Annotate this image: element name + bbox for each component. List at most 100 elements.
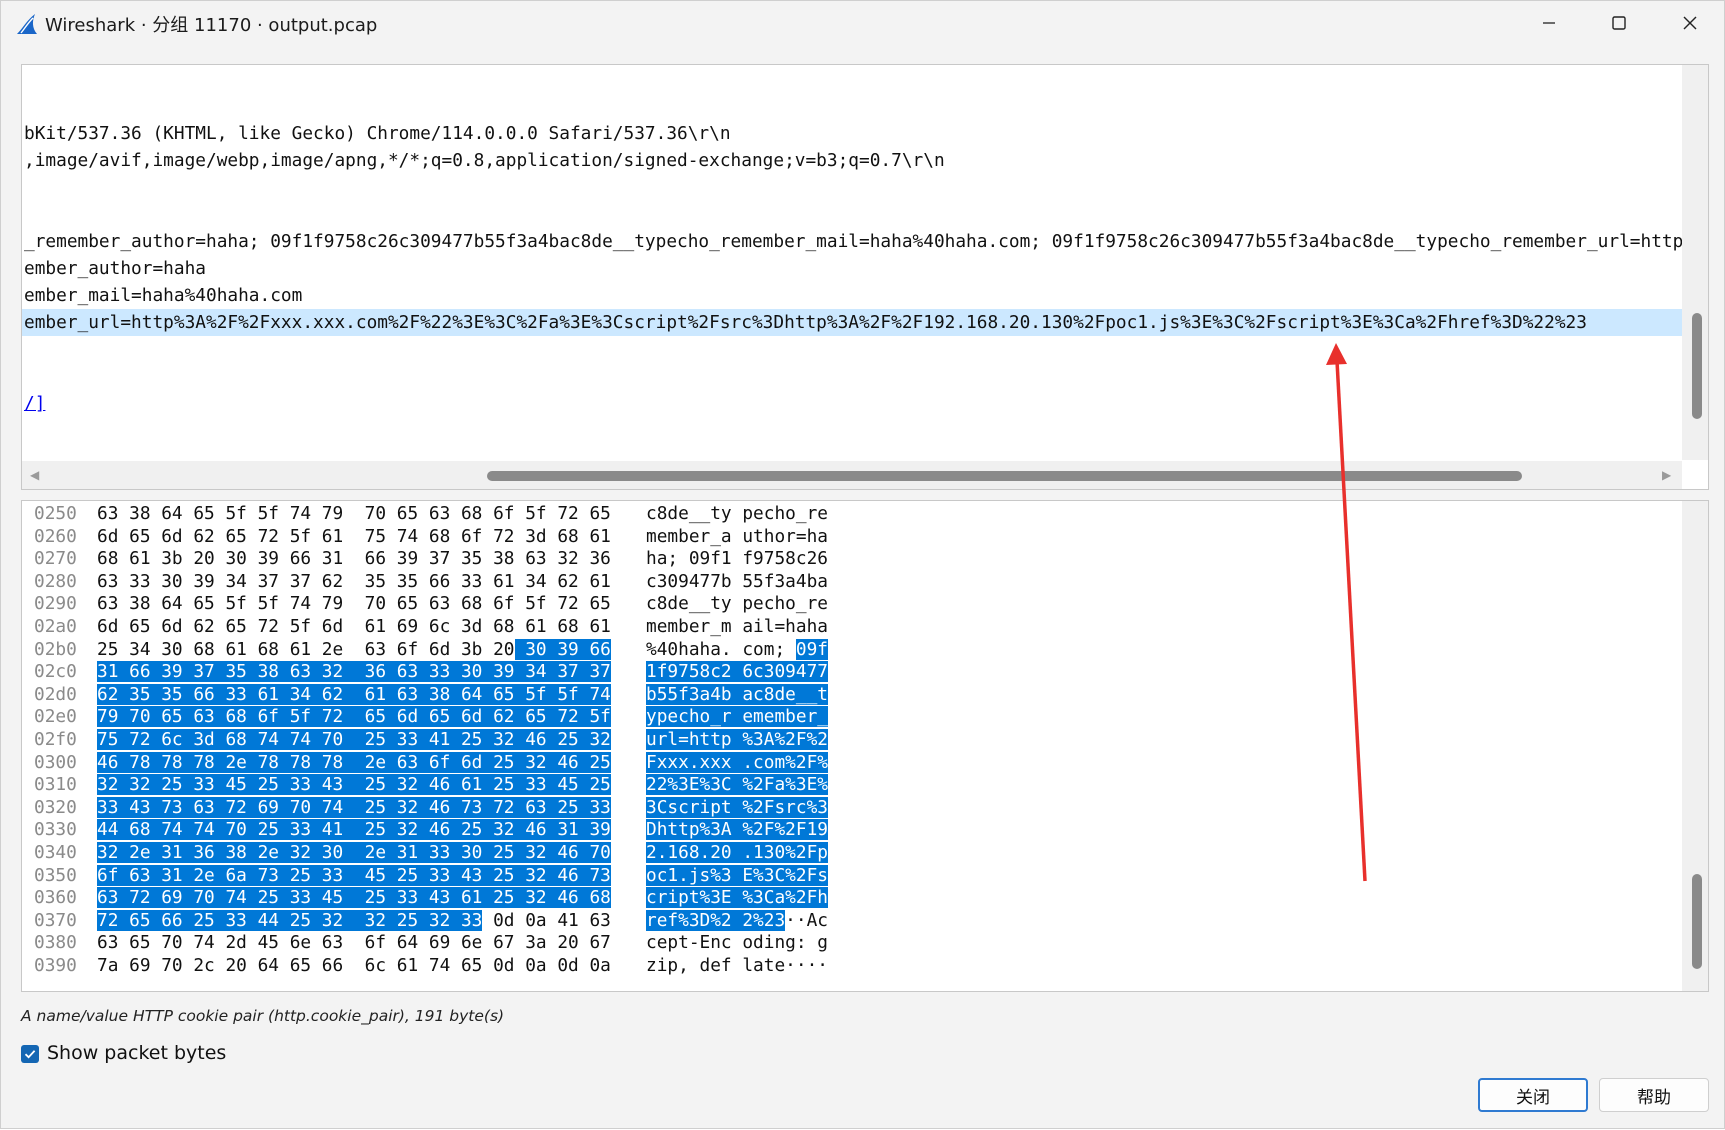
ascii-bytes[interactable]: 3Cscript %2Fsrc%3	[646, 796, 828, 820]
ascii-bytes[interactable]: zip, def late····	[646, 955, 828, 978]
ascii-bytes[interactable]: c8de__ty pecho_re	[646, 593, 828, 616]
detail-line[interactable]	[22, 336, 1682, 363]
ascii-bytes[interactable]: c309477b 55f3a4ba	[646, 571, 828, 594]
hex-row[interactable]: 0360 63 72 69 70 74 25 33 45 25 33 43 61 …	[22, 887, 1682, 910]
hex-bytes[interactable]: 25 34 30 68 61 68 61 2e 63 6f 6d 3b 20 3…	[97, 638, 611, 662]
detail-line[interactable]: ember_author=haha	[22, 255, 1682, 282]
help-button[interactable]: 帮助	[1599, 1078, 1709, 1112]
hex-bytes[interactable]: 6f 63 31 2e 6a 73 25 33 45 25 33 43 25 3…	[97, 864, 611, 888]
ascii-selection[interactable]: cript%3E %3Ca%2Fh	[646, 887, 828, 909]
hex-row[interactable]: 0380 63 65 70 74 2d 45 6e 63 6f 64 69 6e …	[22, 932, 1682, 955]
hex-row[interactable]: 0270 68 61 3b 20 30 39 66 31 66 39 37 35 …	[22, 548, 1682, 571]
ascii-bytes[interactable]: cept-Enc oding: g	[646, 932, 828, 955]
detail-line-selected[interactable]: ember_url=http%3A%2F%2Fxxx.xxx.com%2F%22…	[22, 309, 1682, 336]
ascii-selection[interactable]: Dhttp%3A %2F%2F19	[646, 819, 828, 841]
hex-selection[interactable]: 30 39 66	[514, 638, 611, 660]
detail-line[interactable]: ,image/avif,image/webp,image/apng,*/*;q=…	[22, 147, 1682, 174]
ascii-bytes[interactable]: member_m ail=haha	[646, 616, 828, 639]
ascii-bytes[interactable]: 2.168.20 .130%2Fp	[646, 842, 828, 865]
hex-bytes[interactable]: 79 70 65 63 68 6f 5f 72 65 6d 65 6d 62 6…	[97, 706, 611, 729]
packet-detail-pane[interactable]: bKit/537.36 (KHTML, like Gecko) Chrome/1…	[21, 64, 1709, 490]
hex-bytes[interactable]: 72 65 66 25 33 44 25 32 32 25 32 33 0d 0…	[97, 909, 611, 933]
hex-selection[interactable]: 79 70 65 63 68 6f 5f 72 65 6d 65 6d 62 6…	[97, 706, 611, 728]
hex-bytes[interactable]: 46 78 78 78 2e 78 78 78 2e 63 6f 6d 25 3…	[97, 751, 611, 775]
hex-bytes[interactable]: 63 33 30 39 34 37 37 62 35 35 66 33 61 3…	[97, 571, 611, 594]
ascii-selection[interactable]: ypecho_r emember_	[646, 706, 828, 728]
ascii-bytes[interactable]: %40haha. com; 09f	[646, 638, 828, 662]
ascii-bytes[interactable]: b55f3a4b ac8de__t	[646, 683, 828, 707]
hex-bytes[interactable]: 31 66 39 37 35 38 63 32 36 63 33 30 39 3…	[97, 661, 611, 684]
show-packet-bytes-checkbox[interactable]	[21, 1045, 39, 1063]
ascii-bytes[interactable]: c8de__ty pecho_re	[646, 503, 828, 526]
hex-bytes[interactable]: 7a 69 70 2c 20 64 65 66 6c 61 74 65 0d 0…	[97, 955, 611, 978]
ascii-selection[interactable]: ref%3D%2 2%23	[646, 909, 786, 931]
detail-line[interactable]: ember_mail=haha%40haha.com	[22, 282, 1682, 309]
ascii-bytes[interactable]: Dhttp%3A %2F%2F19	[646, 819, 828, 842]
ascii-bytes[interactable]: Fxxx.xxx .com%2F%	[646, 751, 828, 775]
detail-vertical-scrollbar[interactable]	[1682, 65, 1708, 460]
hex-row[interactable]: 0290 63 38 64 65 5f 5f 74 79 70 65 63 68 …	[22, 593, 1682, 616]
hex-row[interactable]: 0320 33 43 73 63 72 69 70 74 25 32 46 73 …	[22, 796, 1682, 820]
hex-row[interactable]: 0350 6f 63 31 2e 6a 73 25 33 45 25 33 43 …	[22, 864, 1682, 888]
hex-bytes[interactable]: 63 38 64 65 5f 5f 74 79 70 65 63 68 6f 5…	[97, 593, 611, 616]
hex-bytes[interactable]: 6d 65 6d 62 65 72 5f 61 75 74 68 6f 72 3…	[97, 526, 611, 549]
ascii-selection[interactable]: url=http %3A%2F%2	[646, 729, 828, 750]
hex-row[interactable]: 02e0 79 70 65 63 68 6f 5f 72 65 6d 65 6d …	[22, 706, 1682, 729]
hex-selection[interactable]: 72 65 66 25 33 44 25 32 32 25 32 33	[97, 909, 483, 931]
hex-row[interactable]: 02f0 75 72 6c 3d 68 74 74 70 25 33 41 25 …	[22, 729, 1682, 752]
ascii-bytes[interactable]: 1f9758c2 6c309477	[646, 661, 828, 684]
hex-selection[interactable]: 32 32 25 33 45 25 33 43 25 32 46 61 25 3…	[97, 774, 611, 796]
hex-selection[interactable]: 75 72 6c 3d 68 74 74 70 25 33 41 25 32 4…	[97, 729, 611, 750]
hex-selection[interactable]: 46 78 78 78 2e 78 78 78 2e 63 6f 6d 25 3…	[97, 751, 611, 773]
hex-bytes[interactable]: 63 72 69 70 74 25 33 45 25 33 43 61 25 3…	[97, 887, 611, 910]
ascii-selection[interactable]: 2.168.20 .130%2Fp	[646, 842, 828, 863]
packet-bytes-pane[interactable]: 0250 63 38 64 65 5f 5f 74 79 70 65 63 68 …	[21, 500, 1709, 992]
detail-line[interactable]	[22, 174, 1682, 201]
hex-selection[interactable]: 6f 63 31 2e 6a 73 25 33 45 25 33 43 25 3…	[97, 864, 611, 886]
ascii-selection[interactable]: 1f9758c2 6c309477	[646, 661, 828, 683]
show-packet-bytes-label[interactable]: Show packet bytes	[47, 1042, 226, 1064]
hex-selection[interactable]: 44 68 74 74 70 25 33 41 25 32 46 25 32 4…	[97, 819, 611, 841]
ascii-selection[interactable]: 22%3E%3C %2Fa%3E%	[646, 774, 828, 796]
hex-selection[interactable]: 63 72 69 70 74 25 33 45 25 33 43 61 25 3…	[97, 887, 611, 909]
hex-row[interactable]: 02b0 25 34 30 68 61 68 61 2e 63 6f 6d 3b …	[22, 638, 1682, 662]
close-button[interactable]: 关闭	[1478, 1078, 1588, 1112]
detail-line[interactable]	[22, 93, 1682, 120]
title-bar[interactable]: Wireshark · 分组 11170 · output.pcap	[1, 1, 1724, 45]
ascii-bytes[interactable]: 22%3E%3C %2Fa%3E%	[646, 774, 828, 797]
hex-bytes[interactable]: 75 72 6c 3d 68 74 74 70 25 33 41 25 32 4…	[97, 729, 611, 752]
bytes-vertical-thumb[interactable]	[1692, 874, 1702, 969]
hex-selection[interactable]: 31 66 39 37 35 38 63 32 36 63 33 30 39 3…	[97, 661, 611, 683]
maximize-button[interactable]	[1584, 1, 1654, 45]
hex-bytes[interactable]: 63 38 64 65 5f 5f 74 79 70 65 63 68 6f 5…	[97, 503, 611, 526]
hex-bytes[interactable]: 32 32 25 33 45 25 33 43 25 32 46 61 25 3…	[97, 774, 611, 797]
hex-selection[interactable]: 32 2e 31 36 38 2e 32 30 2e 31 33 30 25 3…	[97, 842, 611, 863]
detail-line[interactable]: /]	[22, 390, 1682, 417]
detail-horizontal-scrollbar[interactable]: ◀ ▶	[22, 461, 1682, 489]
hex-row[interactable]: 02d0 62 35 35 66 33 61 34 62 61 63 38 64 …	[22, 683, 1682, 707]
ascii-selection[interactable]: 09f	[795, 638, 828, 660]
ascii-selection[interactable]: Fxxx.xxx .com%2F%	[646, 751, 828, 773]
detail-line[interactable]: _remember_author=haha; 09f1f9758c26c3094…	[22, 228, 1682, 255]
hex-selection[interactable]: 33 43 73 63 72 69 70 74 25 32 46 73 72 6…	[97, 796, 611, 818]
hex-row[interactable]: 0250 63 38 64 65 5f 5f 74 79 70 65 63 68 …	[22, 503, 1682, 526]
ascii-bytes[interactable]: ha; 09f1 f9758c26	[646, 548, 828, 571]
hex-row[interactable]: 02c0 31 66 39 37 35 38 63 32 36 63 33 30 …	[22, 661, 1682, 684]
ascii-bytes[interactable]: cript%3E %3Ca%2Fh	[646, 887, 828, 910]
hex-bytes[interactable]: 33 43 73 63 72 69 70 74 25 32 46 73 72 6…	[97, 796, 611, 820]
hex-row[interactable]: 0280 63 33 30 39 34 37 37 62 35 35 66 33 …	[22, 571, 1682, 594]
ascii-selection[interactable]: b55f3a4b ac8de__t	[646, 683, 828, 705]
ascii-selection[interactable]: oc1.js%3 E%3C%2Fs	[646, 864, 828, 886]
minimize-button[interactable]	[1514, 1, 1584, 45]
hex-bytes[interactable]: 6d 65 6d 62 65 72 5f 6d 61 69 6c 3d 68 6…	[97, 616, 611, 639]
hex-row[interactable]: 02a0 6d 65 6d 62 65 72 5f 6d 61 69 6c 3d …	[22, 616, 1682, 639]
hex-bytes[interactable]: 63 65 70 74 2d 45 6e 63 6f 64 69 6e 67 3…	[97, 932, 611, 955]
ascii-bytes[interactable]: oc1.js%3 E%3C%2Fs	[646, 864, 828, 888]
detail-horizontal-thumb[interactable]	[487, 471, 1522, 481]
detail-line[interactable]	[22, 201, 1682, 228]
scroll-right-arrow-icon[interactable]: ▶	[1662, 468, 1671, 482]
hex-bytes[interactable]: 32 2e 31 36 38 2e 32 30 2e 31 33 30 25 3…	[97, 842, 611, 865]
hex-bytes[interactable]: 68 61 3b 20 30 39 66 31 66 39 37 35 38 6…	[97, 548, 611, 571]
close-window-button[interactable]	[1655, 1, 1725, 45]
ascii-bytes[interactable]: url=http %3A%2F%2	[646, 729, 828, 752]
